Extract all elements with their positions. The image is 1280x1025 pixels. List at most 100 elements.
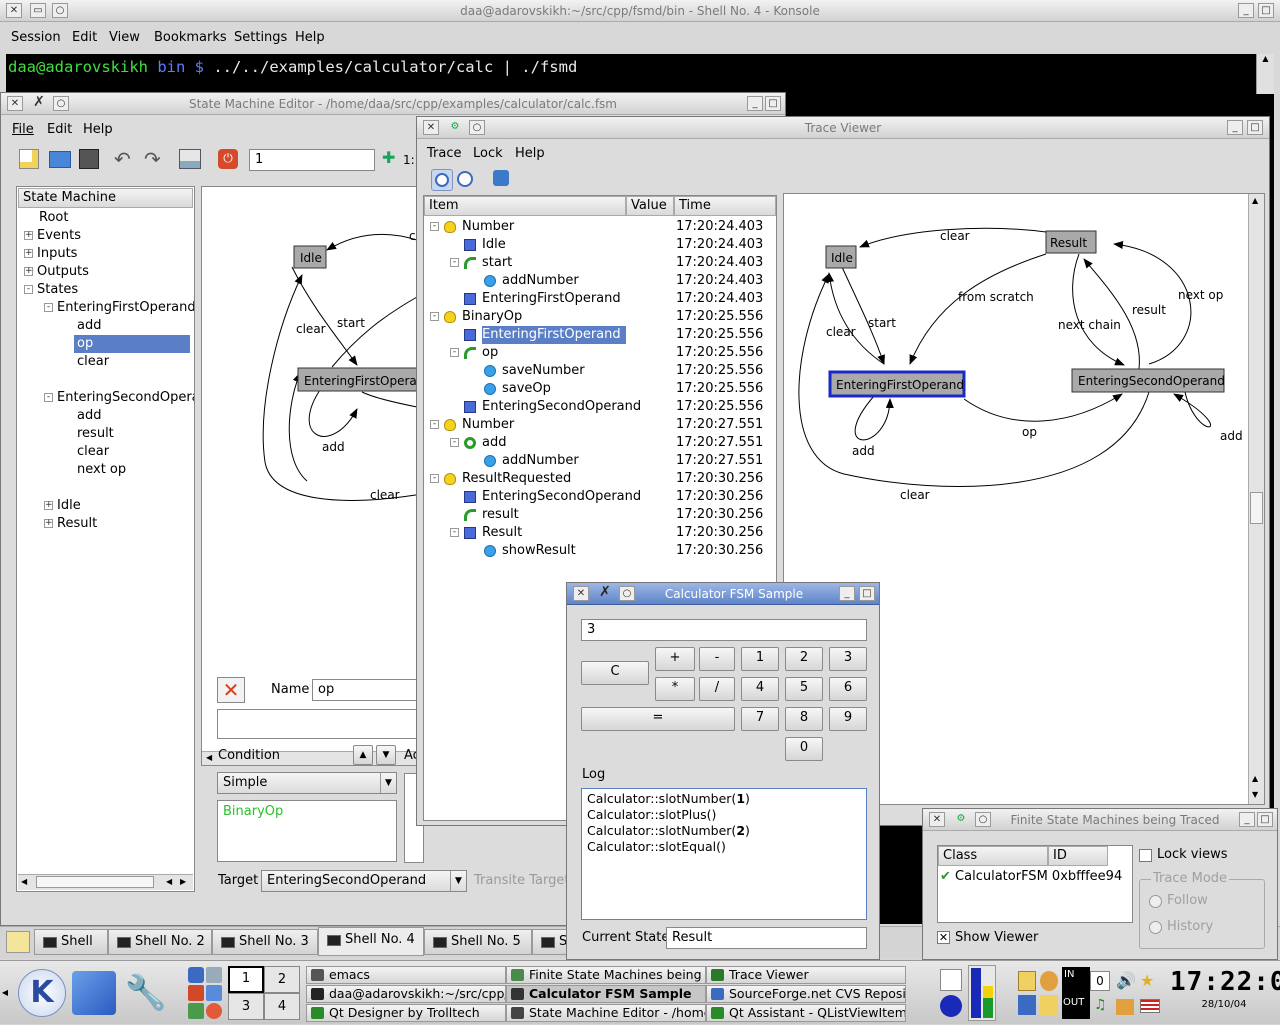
follow-radio[interactable] (1149, 895, 1162, 908)
expand-toggle[interactable]: + (24, 231, 33, 240)
minimize-icon[interactable]: _ (1239, 812, 1255, 827)
history-radio[interactable] (1149, 921, 1162, 934)
minus-button[interactable]: - (699, 647, 735, 671)
network-icon[interactable] (206, 967, 222, 983)
konsole-titlebar[interactable]: ✕ ▭ ○ daa@adarovskikh:~/src/cpp/fsmd/bin… (0, 0, 1280, 22)
tree-item[interactable]: add (77, 407, 101, 425)
clear-button[interactable]: C (581, 661, 649, 685)
maximize-icon[interactable]: □ (765, 96, 781, 111)
zoom-input[interactable]: 1 (249, 149, 375, 171)
task-button[interactable]: Qt Assistant - QListViewItem (706, 1004, 906, 1022)
trace-row-label[interactable]: EnteringSecondOperand (482, 488, 641, 506)
trace-row-label[interactable]: BinaryOp (462, 308, 522, 326)
divide-button[interactable]: / (699, 677, 735, 701)
tab-shell-2[interactable]: Shell No. 2 (108, 929, 212, 955)
col-time[interactable]: Time (674, 196, 776, 216)
tree-item[interactable]: next op (77, 461, 126, 479)
cpu-monitor[interactable] (968, 965, 996, 1021)
tree-item[interactable]: clear (77, 353, 109, 371)
expand-toggle[interactable]: - (430, 474, 439, 483)
redo-icon[interactable]: ↷ (144, 147, 161, 171)
digit-6-button[interactable]: 6 (829, 677, 867, 701)
desktop-1[interactable]: 1 (228, 966, 264, 993)
menu-session[interactable]: Session (11, 30, 61, 45)
menu-help[interactable]: Help (515, 146, 545, 161)
fsm-row[interactable]: ✔ CalculatorFSM 0xbfffee94 (940, 868, 1122, 886)
save-icon[interactable] (79, 149, 99, 169)
calc-display[interactable]: 3 (581, 619, 867, 641)
trace-diagram-vscrollbar[interactable]: ▲ ▲ ▼ (1248, 194, 1264, 804)
konqueror-icon[interactable] (206, 985, 222, 1001)
tree-item[interactable]: result (77, 425, 114, 443)
expand-toggle[interactable]: - (450, 438, 459, 447)
tree-item[interactable]: Root (39, 209, 68, 227)
tree-item[interactable]: EnteringFirstOperand (57, 299, 194, 317)
tree-item[interactable]: Inputs (37, 245, 77, 263)
plus-button[interactable]: + (655, 647, 695, 671)
trace-row-label[interactable]: EnteringSecondOperand (482, 398, 641, 416)
add-icon[interactable]: ✚ (382, 148, 395, 167)
trace-titlebar[interactable]: ✕ ⚙ ○ Trace Viewer _ □ (417, 117, 1269, 139)
maximize-icon[interactable]: □ (859, 586, 875, 601)
tools-icon[interactable]: 🔧 (124, 971, 168, 1015)
trace-row-label[interactable]: Number (462, 218, 514, 236)
col-class[interactable]: Class (938, 846, 1048, 866)
condition-type-select[interactable]: Simple ▼ (217, 772, 397, 794)
task-button[interactable]: Qt Designer by Trolltech (306, 1004, 506, 1022)
digit-7-button[interactable]: 7 (741, 707, 779, 731)
trace-row-label[interactable]: saveOp (502, 380, 551, 398)
expand-toggle[interactable]: + (24, 267, 33, 276)
tree-item[interactable]: clear (77, 443, 109, 461)
multiply-button[interactable]: * (655, 677, 695, 701)
trace-row-label[interactable]: Result (482, 524, 522, 542)
move-up-button[interactable]: ▲ (353, 745, 373, 765)
task-button[interactable]: State Machine Editor - /home (506, 1004, 706, 1022)
lock-views-checkbox[interactable] (1139, 849, 1152, 862)
desktop-icon[interactable] (72, 971, 116, 1015)
menu-file[interactable]: File (12, 122, 34, 137)
system-icon[interactable] (188, 1003, 204, 1019)
quick-launch-icon[interactable] (188, 967, 204, 983)
clock-history-icon[interactable] (457, 171, 473, 187)
new-file-icon[interactable] (19, 149, 39, 169)
notes-icon[interactable] (1040, 995, 1058, 1015)
expand-toggle[interactable]: - (450, 348, 459, 357)
tree-item[interactable]: Idle (57, 497, 81, 515)
maximize-icon[interactable]: □ (1247, 120, 1263, 135)
maximize-icon[interactable]: □ (1257, 812, 1273, 827)
clock-icon[interactable] (431, 169, 453, 191)
digit-0-button[interactable]: 0 (785, 737, 823, 761)
minimize-icon[interactable]: _ (839, 586, 855, 601)
menu-lock[interactable]: Lock (473, 146, 503, 161)
terminal-scrollbar[interactable]: ▲ (1256, 54, 1274, 94)
maximize-icon[interactable]: □ (1258, 3, 1274, 18)
us-flag-icon[interactable] (1140, 999, 1160, 1013)
help-icon[interactable] (206, 1003, 222, 1019)
digit-8-button[interactable]: 8 (785, 707, 823, 731)
tree-header[interactable]: State Machine (18, 188, 193, 208)
delete-transition-button[interactable]: ✕ (217, 677, 245, 703)
transite-target-button[interactable]: Transite Target (474, 873, 569, 888)
digit-5-button[interactable]: 5 (785, 677, 823, 701)
trace-row-label[interactable]: Number (462, 416, 514, 434)
expand-toggle[interactable]: - (450, 258, 459, 267)
expand-toggle[interactable]: + (24, 249, 33, 258)
counter-badge[interactable]: 0 (1090, 971, 1110, 991)
volume-icon[interactable]: 🔊 (1116, 971, 1136, 991)
home-icon[interactable] (188, 985, 204, 1001)
target-select[interactable]: EnteringSecondOperand ▼ (261, 870, 467, 892)
undo-icon[interactable]: ↶ (114, 147, 131, 171)
trace-row-label[interactable]: EnteringFirstOperand (482, 326, 626, 344)
task-button[interactable]: emacs (306, 966, 506, 984)
minimize-icon[interactable]: _ (1238, 3, 1254, 18)
task-button[interactable]: SourceForge.net CVS Reposi (706, 985, 906, 1003)
trace-row-label[interactable]: result (482, 506, 519, 524)
trace-row-label[interactable]: add (482, 434, 506, 452)
digit-3-button[interactable]: 3 (829, 647, 867, 671)
trace-row-label[interactable]: op (482, 344, 498, 362)
editor-titlebar[interactable]: ✕ ✗ ○ State Machine Editor - /home/daa/s… (1, 93, 785, 115)
expand-toggle[interactable]: - (430, 312, 439, 321)
menu-view[interactable]: View (109, 30, 140, 45)
expand-toggle[interactable]: - (44, 393, 53, 402)
expand-toggle[interactable]: - (450, 528, 459, 537)
